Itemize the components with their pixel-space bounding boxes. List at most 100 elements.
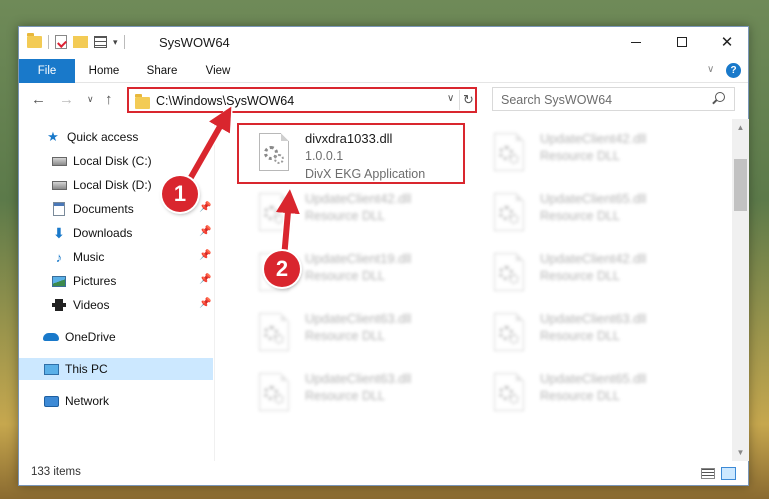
sidebar-item-music[interactable]: ♪ Music 📌	[19, 246, 213, 268]
forward-button[interactable]: →	[59, 91, 74, 108]
sidebar-item-network[interactable]: Network	[19, 390, 213, 412]
pin-icon[interactable]: 📌	[199, 226, 211, 237]
file-item[interactable]: UpdateClient42.dll Resource DLL	[476, 245, 706, 303]
search-input[interactable]: Search SysWOW64	[501, 93, 612, 107]
file-name: UpdateClient63.dll	[305, 371, 412, 386]
toolbar-separator	[123, 35, 125, 49]
address-path[interactable]: C:\Windows\SysWOW64	[156, 94, 294, 108]
file-name: divxdra1033.dll	[305, 131, 393, 146]
item-count: 133 items	[31, 466, 81, 478]
navigation-bar: ← → ∨ ↑ C:\Windows\SysWOW64 ∨ ↻ Search S…	[19, 85, 748, 115]
sidebar-item-label: Pictures	[73, 274, 117, 288]
scroll-up-icon[interactable]: ▲	[732, 119, 749, 136]
expand-ribbon-icon[interactable]: ∨	[707, 64, 714, 75]
help-icon[interactable]: ?	[726, 63, 741, 78]
pin-icon[interactable]: 📌	[199, 274, 211, 285]
this-pc-icon	[43, 362, 59, 376]
close-button[interactable]: ✕	[704, 27, 750, 57]
dll-file-icon	[259, 373, 289, 411]
details-view-icon[interactable]	[701, 468, 715, 479]
maximize-icon	[677, 37, 687, 47]
sidebar-item-label: OneDrive	[65, 330, 116, 344]
tab-share[interactable]: Share	[139, 59, 185, 83]
toolbar-separator	[48, 35, 49, 49]
up-button[interactable]: ↑	[105, 91, 113, 108]
sidebar-item-onedrive[interactable]: OneDrive	[19, 326, 213, 348]
file-item[interactable]: UpdateClient65.dll Resource DLL	[476, 185, 706, 243]
sidebar-item-quick-access[interactable]: ★ Quick access	[19, 126, 213, 148]
minimize-button[interactable]	[613, 27, 659, 57]
file-name: UpdateClient63.dll	[305, 311, 412, 326]
file-name: UpdateClient63.dll	[540, 311, 647, 326]
file-name: UpdateClient42.dll	[540, 251, 647, 266]
recent-locations-button[interactable]: ∨	[87, 94, 94, 105]
customize-view-icon[interactable]	[94, 36, 107, 48]
network-icon	[43, 394, 59, 408]
tab-file[interactable]: File	[19, 59, 75, 83]
search-icon[interactable]	[715, 92, 725, 102]
search-box[interactable]: Search SysWOW64	[492, 87, 735, 111]
sidebar-item-pictures[interactable]: Pictures 📌	[19, 270, 213, 292]
dll-file-icon	[259, 133, 289, 171]
file-list: divxdra1033.dll 1.0.0.1 DivX EKG Applica…	[221, 119, 731, 459]
qat-dropdown-icon[interactable]: ▾	[113, 37, 118, 48]
file-type: Resource DLL	[540, 149, 620, 163]
file-item[interactable]: UpdateClient42.dll Resource DLL	[476, 125, 706, 183]
sidebar-item-downloads[interactable]: ⬇ Downloads 📌	[19, 222, 213, 244]
file-item[interactable]: UpdateClient63.dll Resource DLL	[241, 305, 471, 363]
sidebar-item-label: Videos	[73, 298, 110, 312]
dll-file-icon	[494, 373, 524, 411]
sidebar-item-label: Network	[65, 394, 110, 408]
file-name: UpdateClient42.dll	[305, 191, 412, 206]
file-item[interactable]: UpdateClient42.dll Resource DLL	[241, 185, 471, 243]
sidebar-item-this-pc[interactable]: This PC	[19, 358, 213, 380]
new-folder-icon[interactable]	[73, 36, 88, 48]
properties-icon[interactable]	[55, 35, 67, 49]
window-title: SysWOW64	[159, 35, 230, 50]
star-icon: ★	[47, 129, 59, 144]
file-type: Resource DLL	[540, 389, 620, 403]
vertical-scrollbar[interactable]: ▲ ▼	[732, 119, 749, 461]
pane-divider[interactable]	[214, 123, 215, 461]
address-dropdown-icon[interactable]: ∨	[447, 93, 454, 104]
file-name: UpdateClient19.dll	[305, 251, 412, 266]
tab-home[interactable]: Home	[81, 59, 127, 83]
address-bar[interactable]: C:\Windows\SysWOW64 ∨ ↻	[127, 87, 477, 113]
minimize-icon	[631, 41, 641, 43]
pictures-icon	[51, 274, 67, 288]
sidebar-item-label: Local Disk (D:)	[73, 178, 152, 192]
status-bar: 133 items	[19, 461, 748, 486]
onedrive-icon	[43, 330, 59, 344]
pin-icon[interactable]: 📌	[199, 250, 211, 261]
file-description: DivX EKG Application	[305, 167, 426, 181]
navigation-pane: ★ Quick access Local Disk (C:) Local Dis…	[19, 123, 214, 461]
scroll-down-icon[interactable]: ▼	[732, 444, 749, 461]
folder-icon	[135, 94, 150, 109]
sidebar-item-videos[interactable]: Videos 📌	[19, 294, 213, 316]
file-item[interactable]: UpdateClient65.dll Resource DLL	[476, 365, 706, 423]
downloads-icon: ⬇	[53, 224, 65, 241]
pin-icon[interactable]: 📌	[199, 298, 211, 309]
pin-icon[interactable]: 📌	[199, 202, 211, 213]
file-item[interactable]: UpdateClient63.dll Resource DLL	[241, 365, 471, 423]
dll-file-icon	[494, 133, 524, 171]
back-button[interactable]: ←	[31, 91, 46, 108]
file-name: UpdateClient65.dll	[540, 191, 647, 206]
dll-file-icon	[494, 313, 524, 351]
tab-view[interactable]: View	[195, 59, 241, 83]
file-item[interactable]: UpdateClient63.dll Resource DLL	[476, 305, 706, 363]
music-icon: ♪	[55, 249, 63, 265]
disk-icon	[51, 154, 67, 168]
tiles-view-icon[interactable]	[721, 467, 736, 480]
file-version: 1.0.0.1	[305, 149, 344, 163]
dll-file-icon	[259, 193, 289, 231]
sidebar-item-local-disk-c[interactable]: Local Disk (C:)	[19, 150, 213, 172]
scroll-thumb[interactable]	[734, 159, 747, 211]
refresh-button[interactable]: ↻	[459, 90, 477, 110]
step-badge-1: 1	[162, 176, 198, 212]
maximize-button[interactable]	[659, 27, 705, 57]
file-item-divxdra1033[interactable]: divxdra1033.dll 1.0.0.1 DivX EKG Applica…	[241, 125, 471, 183]
sidebar-item-label: Local Disk (C:)	[73, 154, 152, 168]
sidebar-item-label: This PC	[65, 362, 108, 376]
dll-file-icon	[259, 313, 289, 351]
